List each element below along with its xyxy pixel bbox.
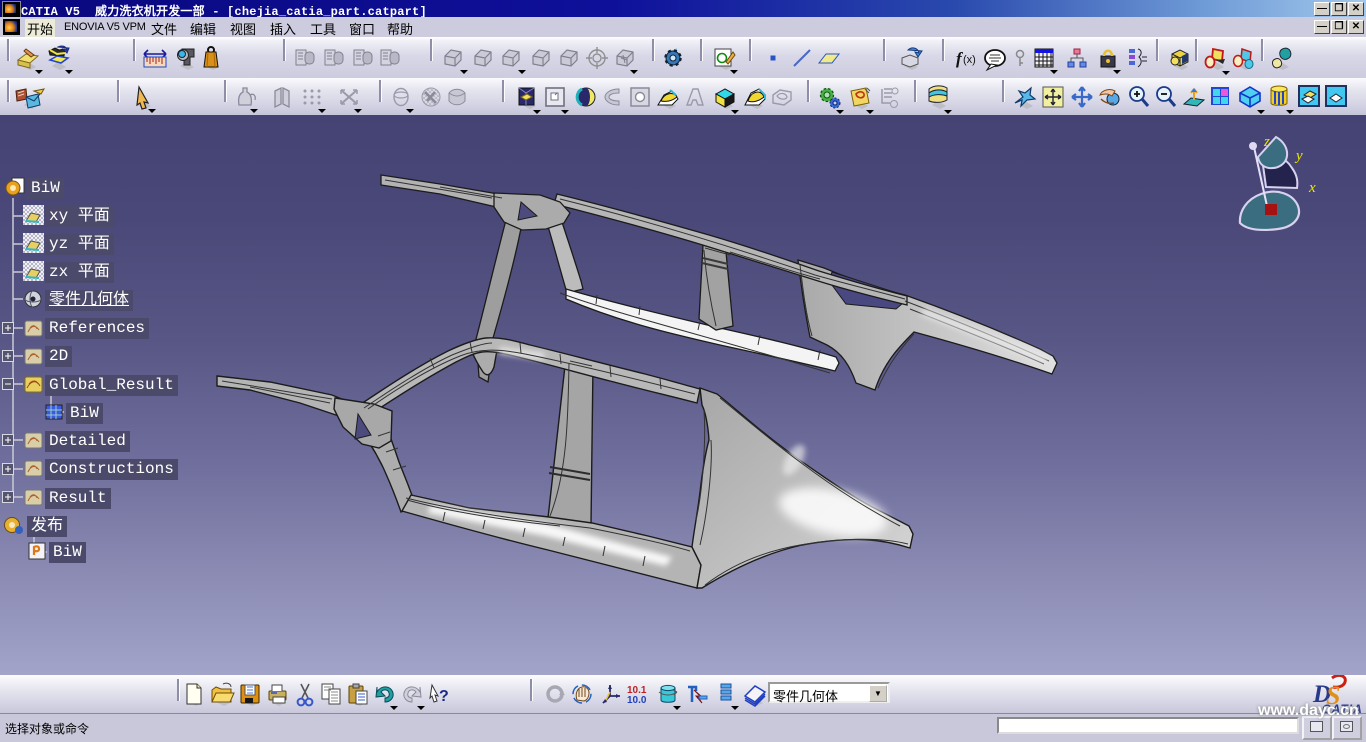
- svg-text:z: z: [1263, 134, 1270, 150]
- svg-text:x: x: [1308, 180, 1316, 196]
- svg-text:10.0: 10.0: [627, 695, 647, 706]
- svg-text:?: ?: [439, 688, 449, 705]
- svg-text:(x): (x): [963, 54, 976, 66]
- svg-text:y: y: [1294, 148, 1303, 164]
